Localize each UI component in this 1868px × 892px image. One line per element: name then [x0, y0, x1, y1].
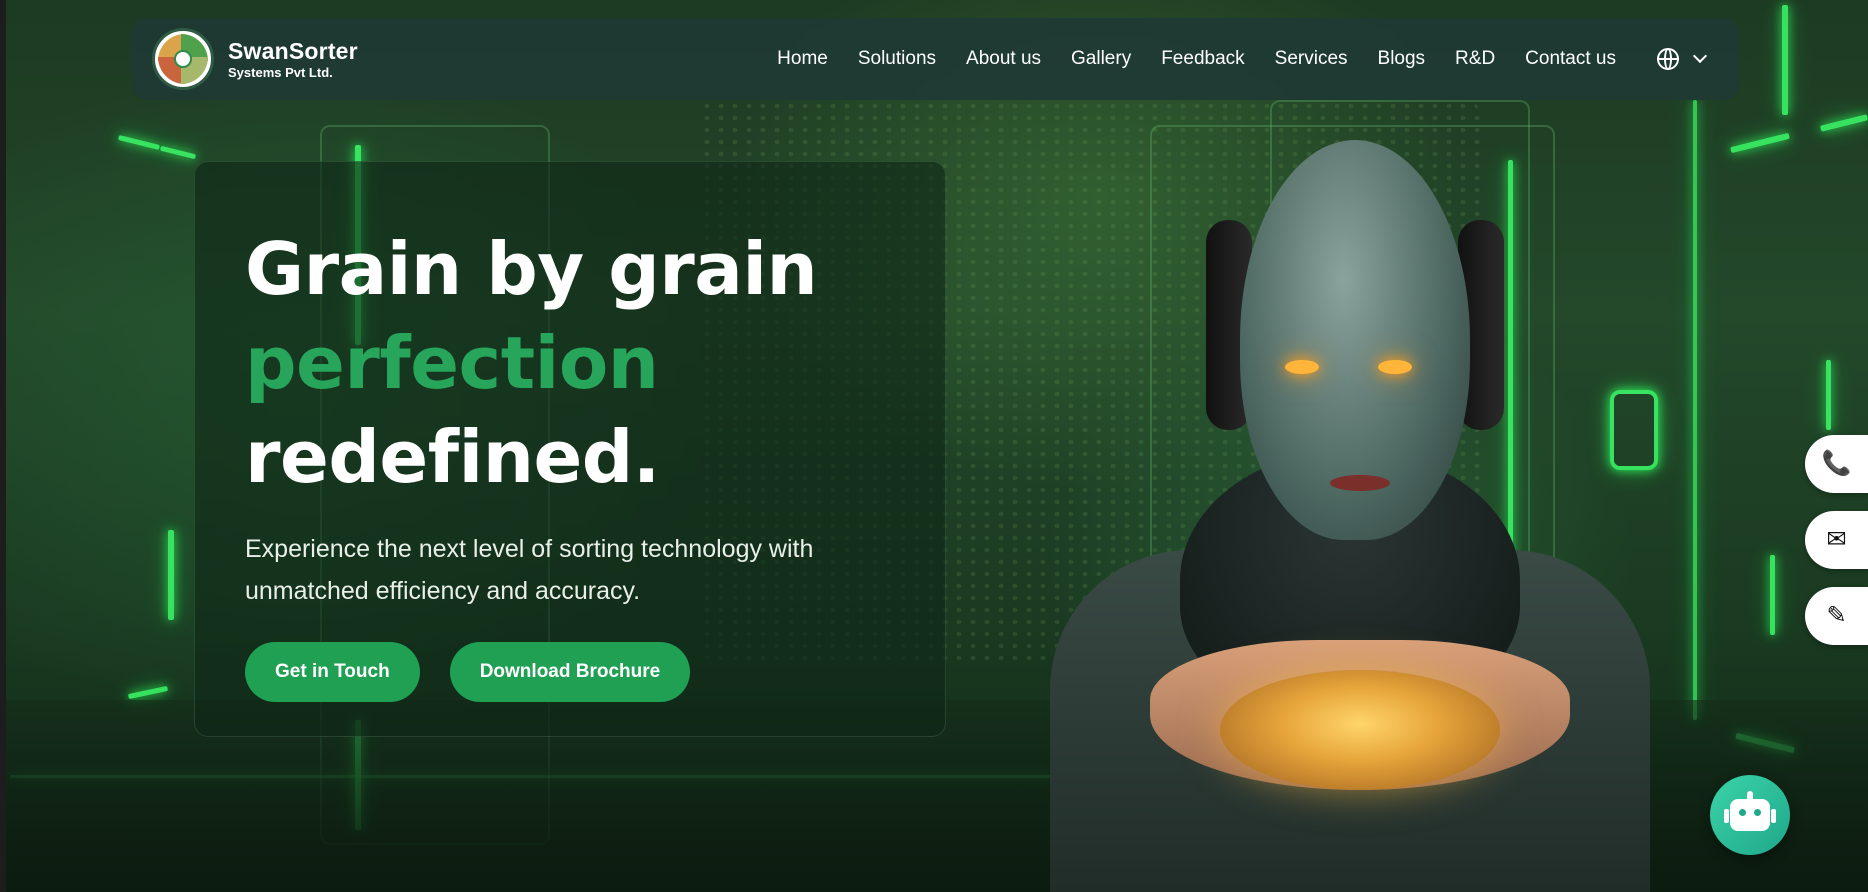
neon-light	[1693, 100, 1697, 720]
phone-button[interactable]: 📞	[1805, 435, 1868, 493]
phone-icon: 📞	[1821, 450, 1852, 477]
nav-about-us[interactable]: About us	[966, 48, 1041, 70]
chevron-down-icon	[1692, 48, 1708, 64]
enquiry-button[interactable]: ✎	[1805, 587, 1868, 645]
neon-light	[1826, 360, 1831, 430]
brand-subtitle: Systems Pvt Ltd.	[228, 64, 333, 80]
logo[interactable]	[152, 28, 214, 90]
glowing-grains	[1220, 670, 1500, 790]
robot-icon	[1730, 799, 1770, 831]
nav-blogs[interactable]: Blogs	[1378, 48, 1426, 70]
language-selector[interactable]	[1657, 48, 1708, 70]
neon-light	[1819, 114, 1868, 132]
brand-name: SwanSorter	[228, 37, 358, 64]
nav-home[interactable]: Home	[777, 48, 828, 70]
neon-light	[159, 145, 197, 160]
nav-gallery[interactable]: Gallery	[1071, 48, 1131, 70]
neon-light	[1782, 5, 1788, 115]
brand[interactable]: SwanSorter Systems Pvt Ltd.	[228, 37, 358, 80]
neon-light	[168, 530, 174, 620]
headline-line-3: redefined.	[245, 415, 660, 499]
hero-card: Grain by grain perfection redefined. Exp…	[194, 161, 946, 737]
neon-light	[118, 134, 160, 151]
hero-description: Experience the next level of sorting tec…	[245, 535, 814, 605]
nav-contact-us[interactable]: Contact us	[1525, 48, 1616, 70]
robot-illustration	[1010, 130, 1690, 892]
nav-feedback[interactable]: Feedback	[1161, 48, 1244, 70]
nav-solutions[interactable]: Solutions	[858, 48, 936, 70]
nav-services[interactable]: Services	[1275, 48, 1348, 70]
nav-links: Home Solutions About us Gallery Feedback…	[762, 48, 1719, 70]
headline-line-2: perfection	[245, 321, 659, 405]
email-button[interactable]: ✉	[1805, 511, 1868, 569]
hero-headline: Grain by grain perfection redefined.	[245, 222, 895, 504]
headline-line-1: Grain by grain	[245, 227, 818, 311]
download-brochure-button[interactable]: Download Brochure	[449, 642, 691, 702]
chatbot-button[interactable]	[1710, 775, 1790, 855]
nav-rnd[interactable]: R&D	[1455, 48, 1495, 70]
globe-icon	[1657, 48, 1679, 70]
get-in-touch-button[interactable]: Get in Touch	[245, 642, 420, 702]
hero-actions: Get in Touch Download Brochure	[245, 642, 895, 702]
pencil-icon: ✎	[1826, 602, 1847, 629]
neon-light	[1770, 555, 1775, 635]
navbar: SwanSorter Systems Pvt Ltd. Home Solutio…	[132, 18, 1739, 100]
neon-light	[1730, 132, 1790, 154]
neon-light	[127, 685, 169, 700]
window-edge	[0, 0, 6, 892]
mail-icon: ✉	[1826, 526, 1847, 553]
